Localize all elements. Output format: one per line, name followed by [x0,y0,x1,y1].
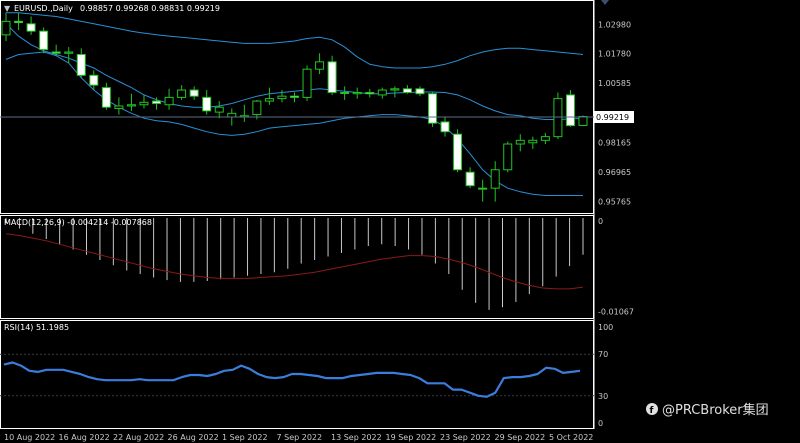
rsi-axis-tick: 70 [598,350,608,359]
date-axis-tick: 10 Aug 2022 [4,433,55,442]
candle-bull [553,98,563,138]
date-axis-tick: 22 Aug 2022 [113,433,164,442]
date-axis-tick: 29 Sep 2022 [495,433,546,442]
candle-bear [101,87,111,108]
candle-bear [51,51,61,54]
candle-bull [139,101,149,106]
candle-bull [264,98,274,102]
triangle-down-icon[interactable]: ▼ [4,4,11,13]
candle-bear [76,53,86,76]
candle-bear [565,94,575,127]
shift-marker-icon[interactable] [601,0,609,5]
candle-bull [540,136,550,141]
candle-bull [114,105,124,109]
candle-bear [290,95,299,98]
candle-bull [377,89,387,96]
rsi-axis-tick: 0 [598,419,603,428]
candle-bull [252,100,262,116]
macd-panel-frame [0,215,594,319]
candle-bull [578,116,588,126]
candle-bear [365,91,375,95]
trading-chart[interactable]: 1.02980 1.01780 1.00585 0.98165 0.96965 0.957… [0,0,800,443]
date-axis-tick: 5 Oct 2022 [549,433,593,442]
candle-bear [427,93,437,124]
candle-bull [478,187,488,190]
candle-bear [327,61,337,93]
date-axis-tick: 23 Sep 2022 [440,433,491,442]
date-axis-tick: 19 Sep 2022 [386,433,437,442]
candle-bull [214,106,224,113]
ohlc-text: 0.98857 0.99268 0.98831 0.99219 [80,4,220,13]
candle-bear [152,100,162,105]
candle-bear [14,20,24,24]
macd-axis-tick: -0.01067 [598,307,634,316]
price-panel-frame [0,0,594,214]
candle-bear [39,30,49,51]
candle-bull [227,112,237,118]
rsi-label: RSI(14) 51.1985 [4,323,69,332]
chart-window: 1.02980 1.01780 1.00585 0.98165 0.96965 0.957… [0,0,800,443]
candle-bull [164,96,174,106]
candle-bull [340,91,350,94]
price-axis-tick: 0.96965 [598,168,631,177]
bollinger-upper-line [6,12,584,69]
symbol-label: EURUSD.,Daily [14,4,73,13]
candle-bear [453,133,463,171]
price-axis-tick: 1.02980 [598,20,631,29]
date-axis-tick: 7 Sep 2022 [277,433,323,442]
watermark-text: @PRCBroker集团 [662,402,769,418]
candle-bull [315,61,325,70]
candle-bear [26,23,36,32]
price-tag-text: 0.99219 [596,113,629,122]
candle-bull [126,104,136,107]
price-axis-tick: 0.98165 [598,138,631,147]
candle-bull [302,68,312,98]
macd-axis-tick: 0 [598,217,603,226]
candle-bull [515,139,525,145]
macd-label: MACD(12,26,9) -0.004214 -0.007868 [4,218,152,227]
date-axis-tick: 1 Sep 2022 [222,433,268,442]
facebook-icon-glyph: f [650,406,654,416]
candle-bull [1,20,11,36]
candle-bull [352,91,362,95]
date-axis-tick: 26 Aug 2022 [168,433,219,442]
candle-bull [177,89,187,98]
date-axis-tick: 16 Aug 2022 [59,433,110,442]
candle-bull [503,143,513,171]
price-axis-tick: 1.00585 [598,79,631,88]
rsi-axis-tick: 100 [598,323,613,332]
price-axis-tick: 1.01780 [598,50,631,59]
date-axis-tick: 13 Sep 2022 [331,433,382,442]
rsi-axis-tick: 30 [598,392,608,401]
candle-bull [277,95,287,100]
bollinger-middle-line [5,23,584,120]
candle-bear [465,171,475,187]
candle-bear [402,88,412,93]
candle-bear [202,96,212,112]
candle-bear [89,74,99,86]
candle-bull [490,169,500,189]
candle-bear [189,89,199,97]
candle-bear [440,121,450,133]
macd-signal-line [5,233,584,290]
candle-bull [528,139,538,144]
candle-bull [64,51,74,54]
candle-bull [390,88,400,91]
candle-bear [415,88,425,95]
price-axis-tick: 0.95765 [598,197,631,206]
rsi-line [3,361,581,398]
